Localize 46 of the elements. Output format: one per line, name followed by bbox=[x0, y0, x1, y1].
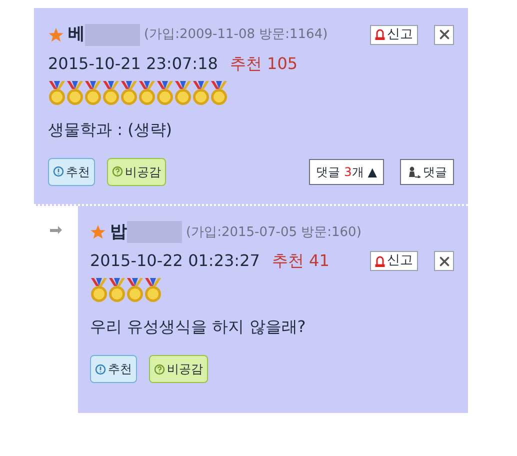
question-circle-icon bbox=[154, 364, 165, 374]
post-datetime: 2015-10-21 23:07:18 bbox=[48, 52, 218, 74]
medal-icon bbox=[192, 80, 210, 106]
reply-person-icon bbox=[407, 166, 421, 178]
upvote-button[interactable]: 추천 bbox=[90, 355, 137, 383]
author-name: 밥 bbox=[110, 220, 127, 244]
comment-text: 우리 유성생식을 하지 않을래? bbox=[90, 316, 307, 338]
medal-icon bbox=[48, 80, 66, 106]
bell-icon bbox=[375, 256, 385, 266]
star-icon bbox=[90, 224, 106, 240]
dislike-button[interactable]: 비공감 bbox=[107, 158, 166, 186]
close-button[interactable] bbox=[434, 24, 454, 45]
post-datetime: 2015-10-22 01:23:27 bbox=[90, 250, 260, 272]
exclamation-circle-icon bbox=[95, 364, 106, 374]
report-button[interactable]: 신고 bbox=[370, 24, 418, 45]
medal-icon bbox=[138, 80, 156, 106]
medal-icon bbox=[66, 80, 84, 106]
bell-icon bbox=[375, 29, 385, 40]
question-circle-icon bbox=[112, 166, 123, 177]
medal-icon bbox=[102, 80, 120, 106]
star-icon bbox=[48, 26, 64, 43]
dislike-button[interactable]: 비공감 bbox=[149, 355, 208, 383]
recommend-count: 추천 41 bbox=[272, 250, 330, 272]
close-button[interactable] bbox=[434, 251, 454, 271]
recommend-count: 추천 105 bbox=[230, 52, 298, 74]
medal-icon bbox=[126, 277, 144, 303]
comment-text: 생물학과 : (생략) bbox=[48, 118, 174, 140]
medal-icon bbox=[144, 277, 162, 303]
redaction-block bbox=[85, 24, 140, 46]
medal-icon bbox=[90, 277, 108, 303]
exclamation-circle-icon bbox=[53, 166, 64, 177]
reply-arrow-icon bbox=[49, 224, 63, 234]
reply-button[interactable]: 댓글 bbox=[400, 158, 454, 184]
medal-icon bbox=[120, 80, 138, 106]
medal-icon bbox=[84, 80, 102, 106]
join-info: (가입:2009-11-08 방문:1164) bbox=[144, 26, 328, 44]
medal-icon bbox=[108, 277, 126, 303]
medal-icon bbox=[210, 80, 228, 106]
report-button[interactable]: 신고 bbox=[370, 251, 418, 271]
redaction-block bbox=[127, 221, 182, 244]
medal-icon bbox=[174, 80, 192, 106]
upvote-button[interactable]: 추천 bbox=[48, 158, 95, 186]
medal-icon bbox=[156, 80, 174, 106]
join-info: (가입:2015-07-05 방문:160) bbox=[186, 224, 362, 242]
replies-toggle-button[interactable]: 댓글 3개 ▲ bbox=[309, 158, 384, 184]
author-name: 베 bbox=[68, 23, 85, 46]
